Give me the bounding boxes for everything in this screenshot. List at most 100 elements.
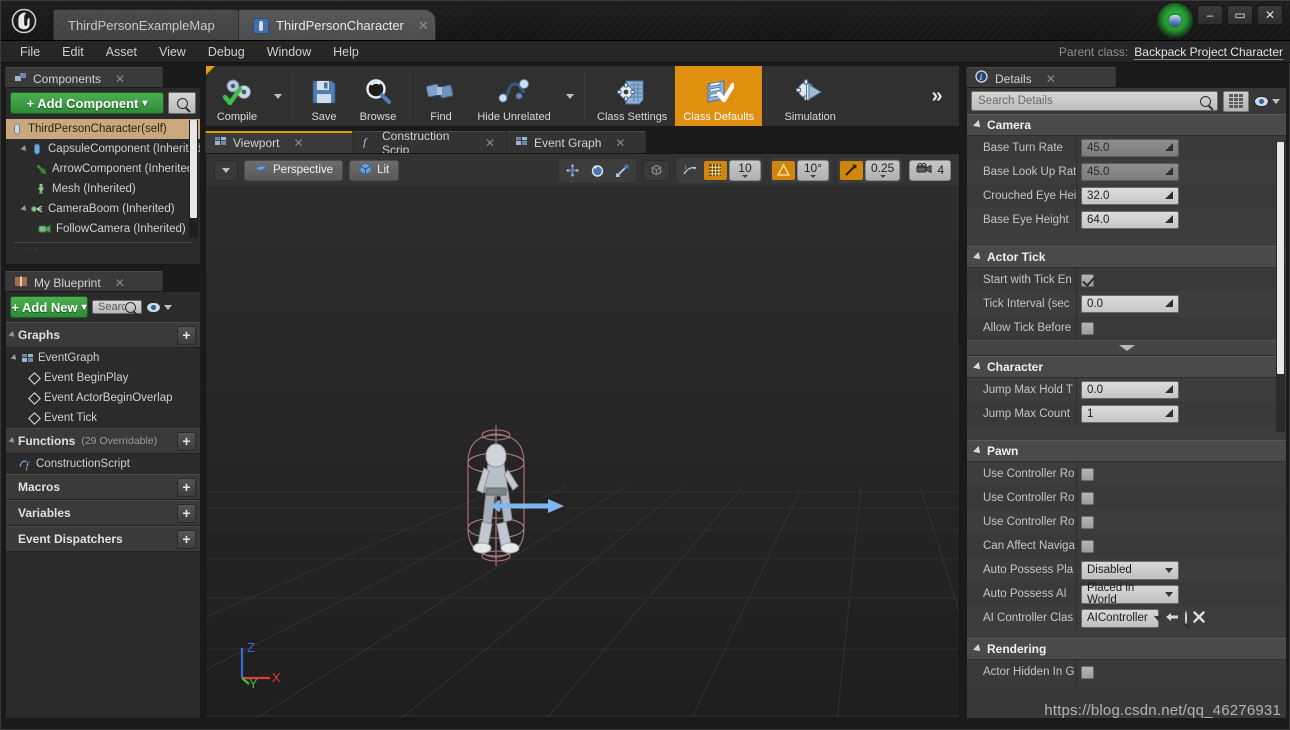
jump-max-count-input[interactable]: 1 [1081, 405, 1179, 423]
menu-window[interactable]: Window [256, 41, 322, 63]
section-macros[interactable]: Macros + [6, 474, 200, 500]
add-macro-button[interactable]: + [177, 477, 196, 497]
compile-dropdown-button[interactable] [268, 66, 288, 126]
add-function-button[interactable]: + [177, 431, 196, 451]
jump-max-hold-time-input[interactable]: 0.0 [1081, 381, 1179, 399]
rotation-snap-value[interactable]: 10° [796, 159, 829, 181]
details-close-icon[interactable]: ✕ [1046, 72, 1056, 86]
component-row-followcamera[interactable]: FollowCamera (Inherited) [6, 219, 200, 239]
view-options-button[interactable] [1223, 90, 1249, 112]
use-controller-rotation-pitch-checkbox[interactable] [1081, 467, 1094, 481]
toolbar-simulation-button[interactable]: Simulation [771, 66, 849, 126]
auto-possess-player-dropdown[interactable]: Disabled [1081, 560, 1179, 580]
graph-row-beginplay[interactable]: Event BeginPlay [6, 368, 200, 388]
details-visibility-button[interactable] [1254, 95, 1282, 107]
viewport-options-button[interactable] [214, 159, 238, 181]
components-search-button[interactable] [168, 92, 196, 114]
tab-close-icon[interactable]: ✕ [293, 136, 303, 150]
tab-construction-script[interactable]: f Construction Scrip ✕ [353, 129, 506, 157]
category-header-pawn[interactable]: Pawn [967, 440, 1286, 462]
parent-class-link[interactable]: Backpack Project Character [1134, 45, 1283, 60]
scale-snap-toggle[interactable] [839, 160, 863, 180]
close-button[interactable]: ✕ [1257, 5, 1283, 25]
details-search-input[interactable]: Search Details [971, 91, 1218, 111]
tab-my-blueprint[interactable]: My Blueprint ✕ [5, 271, 163, 293]
character-preview[interactable] [428, 418, 628, 608]
section-graphs[interactable]: Graphs + [6, 322, 200, 348]
toolbar-class-defaults-button[interactable]: Class Defaults [675, 66, 763, 126]
expander-icon[interactable] [20, 205, 29, 213]
coordinate-system-button[interactable] [642, 159, 670, 181]
menu-view[interactable]: View [148, 41, 197, 63]
shading-mode-button[interactable]: Lit [349, 159, 400, 181]
menu-edit[interactable]: Edit [51, 41, 95, 63]
actor-hidden-in-game-checkbox[interactable] [1081, 665, 1094, 679]
window-tab-map[interactable]: ThirdPersonExampleMap [53, 9, 245, 40]
expander-icon[interactable] [10, 354, 19, 362]
graph-row-eventtick[interactable]: Event Tick [6, 408, 200, 428]
menu-debug[interactable]: Debug [197, 41, 256, 63]
window-tab-close-icon[interactable]: ✕ [418, 18, 429, 34]
myblueprint-search-input[interactable]: Search [92, 300, 142, 314]
tab-components[interactable]: Components ✕ [5, 67, 163, 89]
start-with-tick-enabled-checkbox[interactable] [1081, 273, 1094, 287]
toolbar-compile-button[interactable]: Compile [206, 66, 268, 126]
hide-unrelated-dropdown-button[interactable] [560, 66, 580, 126]
translate-icon[interactable] [561, 161, 584, 180]
menu-asset[interactable]: Asset [95, 41, 148, 63]
rotation-snap-toggle[interactable] [771, 160, 795, 180]
myblueprint-close-icon[interactable]: ✕ [115, 276, 125, 290]
components-close-icon[interactable]: ✕ [115, 72, 125, 86]
add-event-dispatcher-button[interactable]: + [177, 529, 196, 549]
use-controller-rotation-roll-checkbox[interactable] [1081, 515, 1094, 529]
browse-asset-button[interactable] [1185, 611, 1187, 625]
component-row-capsule[interactable]: CapsuleComponent (Inherited) [6, 139, 200, 159]
category-header-camera[interactable]: Camera [967, 114, 1286, 136]
section-event-dispatchers[interactable]: Event Dispatchers + [6, 526, 200, 552]
toolbar-find-button[interactable]: Find [414, 66, 468, 126]
grid-snap-value[interactable]: 10 [728, 159, 761, 181]
tab-close-icon[interactable]: ✕ [485, 136, 495, 150]
category-header-character[interactable]: Character [967, 356, 1286, 378]
surface-snap-icon[interactable]: ↕ [679, 161, 702, 180]
add-variable-button[interactable]: + [177, 503, 196, 523]
crouched-eye-height-input[interactable]: 32.0 [1081, 187, 1179, 205]
expander-icon[interactable] [20, 145, 29, 153]
grid-snap-toggle[interactable] [703, 160, 727, 180]
base-turn-rate-input[interactable]: 45.0 [1081, 139, 1179, 157]
auto-possess-ai-dropdown[interactable]: Placed in World [1081, 582, 1179, 606]
expander-icon[interactable] [8, 437, 17, 445]
components-scrollbar[interactable] [189, 120, 198, 238]
component-row-self[interactable]: ThirdPersonCharacter(self) [6, 119, 200, 139]
toolbar-overflow-button[interactable]: » [915, 66, 959, 126]
expander-icon[interactable] [8, 331, 17, 339]
category-header-actor-tick[interactable]: Actor Tick [967, 246, 1286, 268]
view-mode-button[interactable]: Perspective [244, 159, 344, 181]
toolbar-class-settings-button[interactable]: Class Settings [589, 66, 675, 126]
use-controller-rotation-yaw-checkbox[interactable] [1081, 491, 1094, 505]
tab-details[interactable]: i Details ✕ [966, 67, 1116, 89]
menu-help[interactable]: Help [322, 41, 370, 63]
window-tab-character[interactable]: ThirdPersonCharacter ✕ [238, 9, 436, 40]
tab-close-icon[interactable]: ✕ [615, 136, 625, 150]
component-row-arrow[interactable]: ArrowComponent (Inherited) [6, 159, 200, 179]
add-component-button[interactable]: + Add Component ▾ [10, 92, 164, 114]
graph-row-actorbeginoverlap[interactable]: Event ActorBeginOverlap [6, 388, 200, 408]
toolbar-save-button[interactable]: Save [297, 66, 351, 126]
function-row-constructionscript[interactable]: f ConstructionScript [6, 454, 200, 474]
ai-controller-class-dropdown[interactable]: AIController [1081, 608, 1162, 628]
component-row-mesh[interactable]: Mesh (Inherited) [6, 179, 200, 199]
can-affect-navigation-checkbox[interactable] [1081, 539, 1094, 553]
clear-asset-button[interactable] [1193, 610, 1205, 626]
toolbar-browse-button[interactable]: Browse [351, 66, 405, 126]
add-graph-button[interactable]: + [177, 325, 196, 345]
tab-viewport[interactable]: Viewport ✕ [205, 131, 353, 153]
myblueprint-visibility-toggle[interactable] [146, 301, 172, 313]
base-look-up-rate-input[interactable]: 45.0 [1081, 163, 1179, 181]
details-scrollbar[interactable] [1276, 142, 1285, 432]
rotate-icon[interactable] [586, 161, 609, 180]
allow-tick-before-checkbox[interactable] [1081, 321, 1094, 335]
menu-file[interactable]: File [9, 41, 51, 63]
camera-speed-control[interactable]: 4 [909, 159, 951, 181]
add-new-button[interactable]: + Add New ▾ [10, 296, 88, 318]
